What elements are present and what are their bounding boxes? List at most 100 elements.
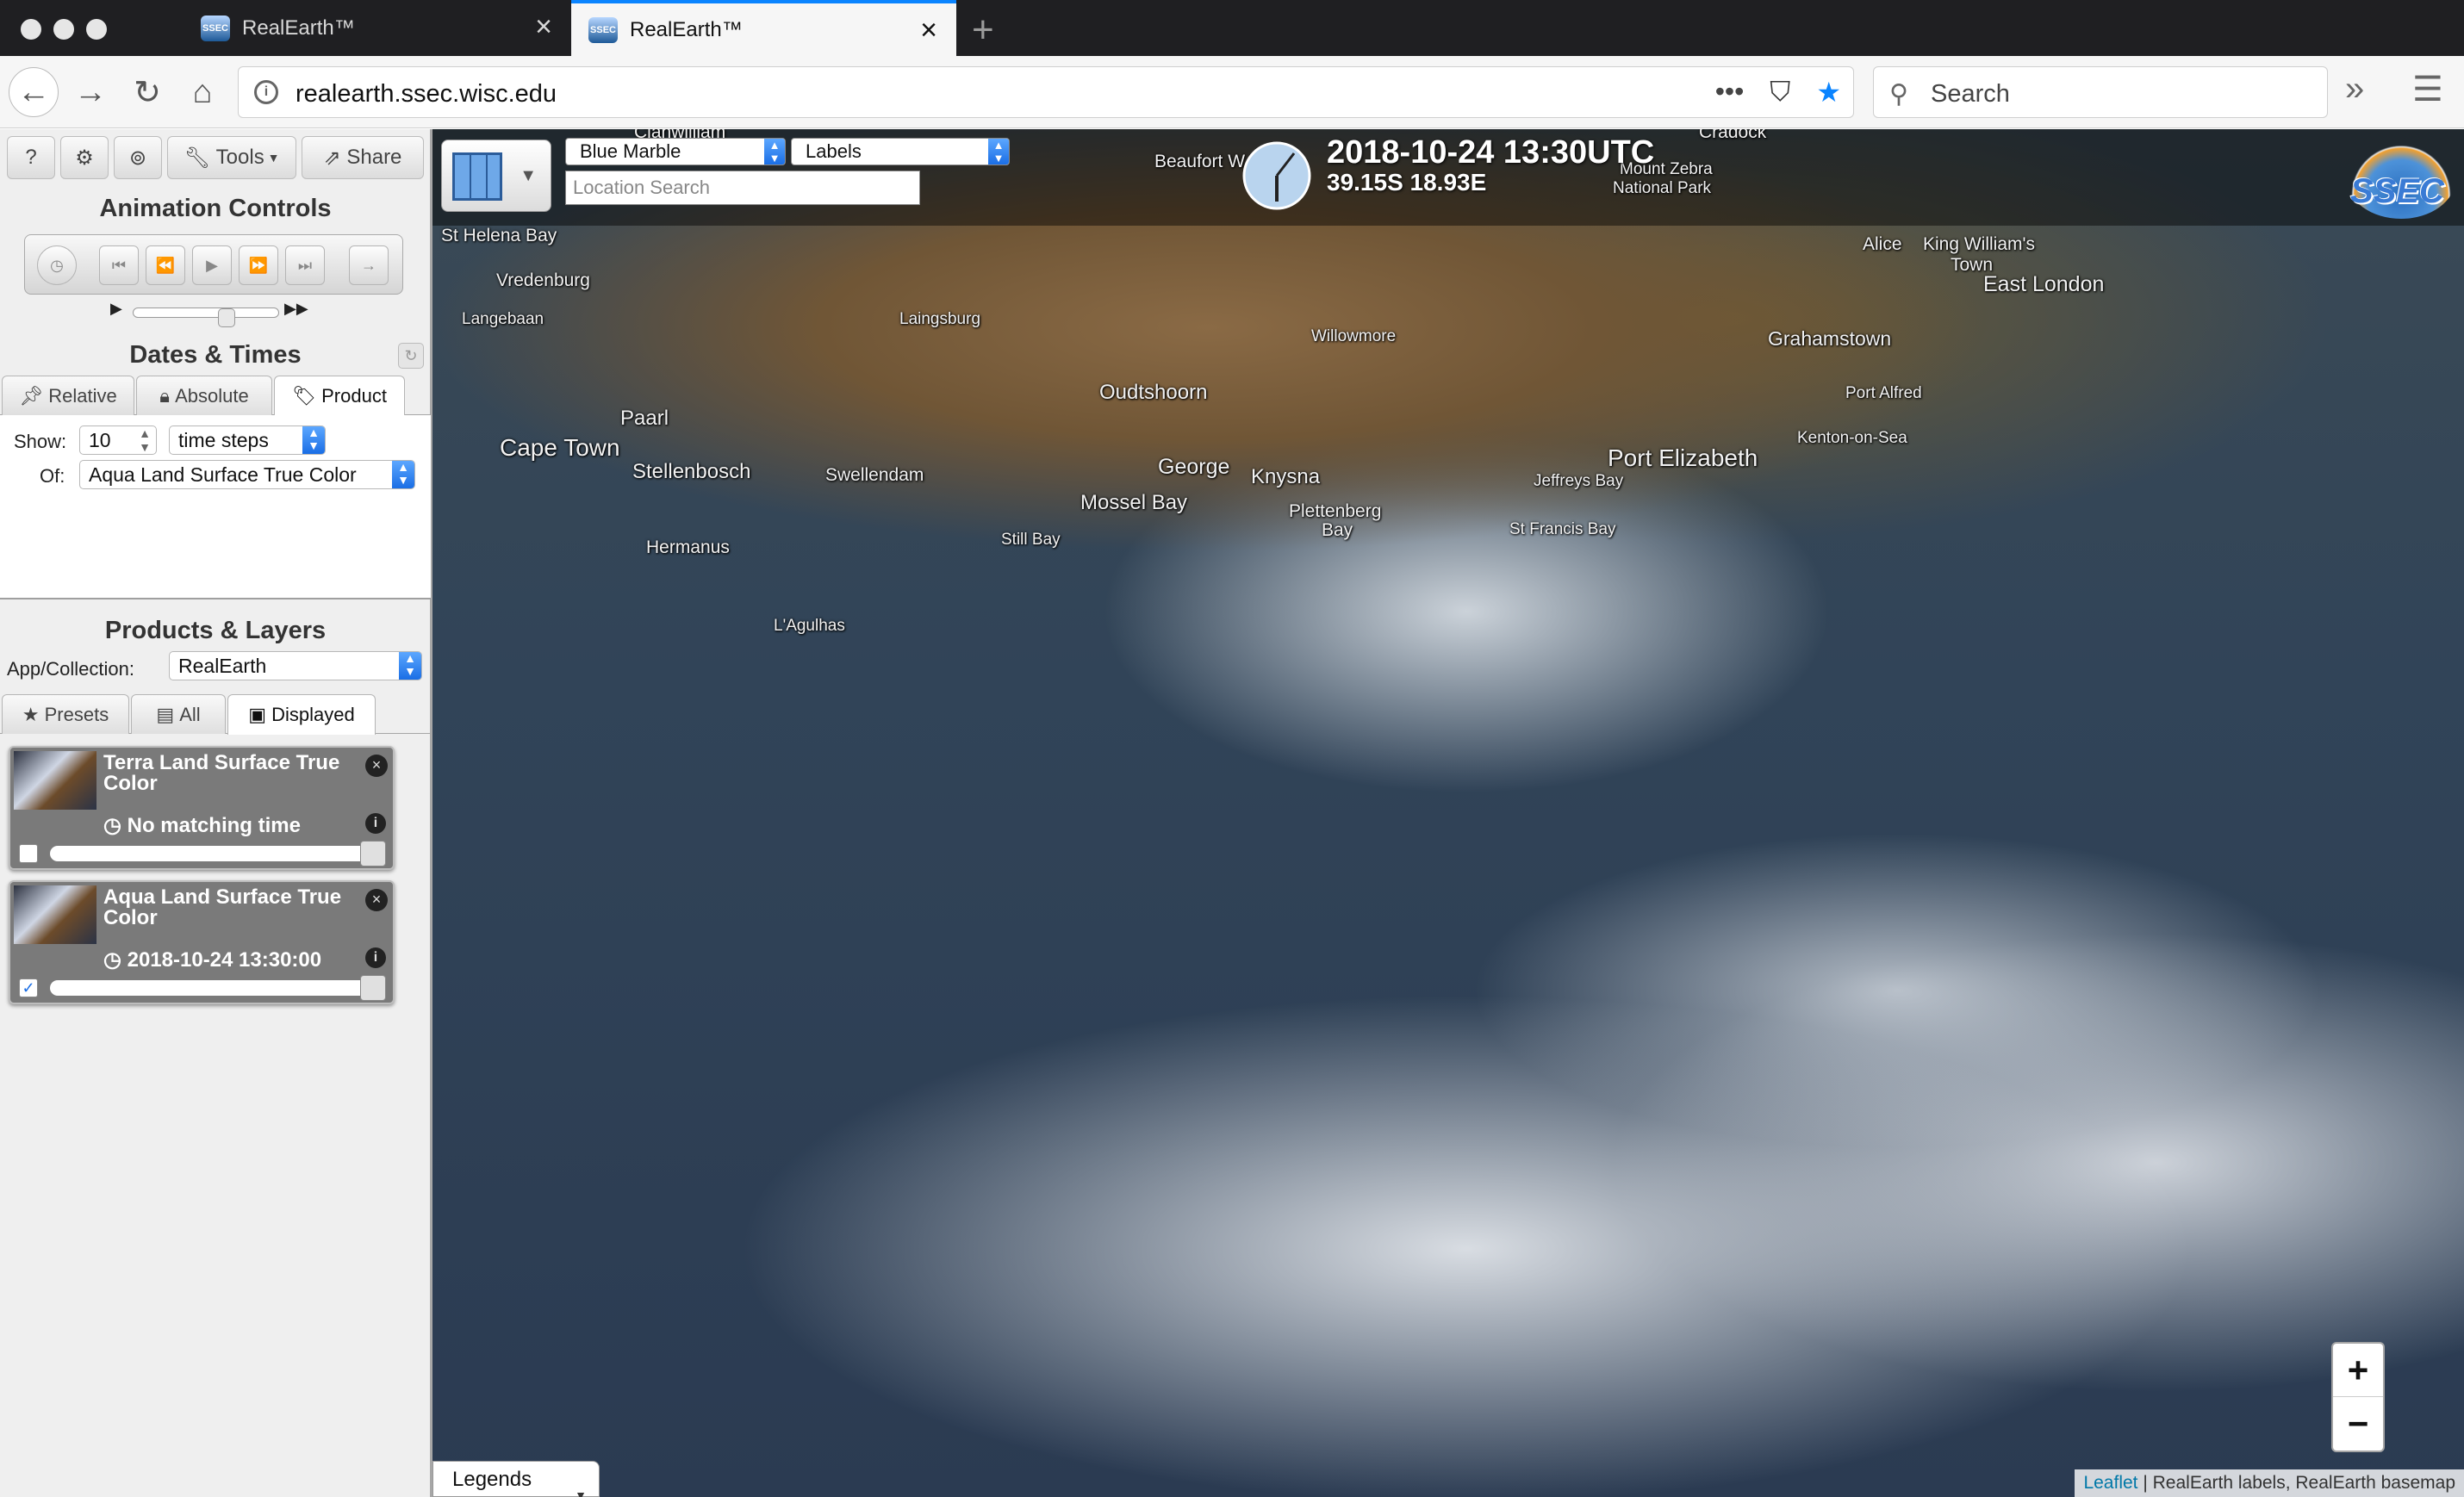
legends-toggle[interactable]: Legends ▼ [432, 1461, 600, 1497]
speed-track[interactable] [133, 307, 279, 327]
show-label: Show: [14, 431, 67, 452]
map-label: Bay [1322, 520, 1353, 540]
loop-arrow-icon[interactable]: → [349, 245, 389, 285]
url-text[interactable]: realearth.ssec.wisc.edu [296, 80, 557, 109]
product-select[interactable]: Aqua Land Surface True Color ▲ ▼ [79, 460, 415, 489]
legends-label: Legends [452, 1468, 532, 1491]
folder-icon: ▤ [156, 703, 180, 725]
browser-search-input[interactable]: ⚲ Search [1873, 66, 2328, 118]
layer-terra[interactable]: Terra Land Surface True Color × ◷ No mat… [9, 746, 395, 870]
tools-button[interactable]: 🔧︎ Tools ▼ [167, 136, 296, 179]
map-label: Alice [1863, 234, 1902, 254]
ssec-logo[interactable]: SSEC [2347, 140, 2455, 219]
menu-icon[interactable]: ☰ [2412, 70, 2443, 109]
play-icon[interactable]: ▶ [192, 245, 232, 285]
overflow-chevron-icon[interactable]: » [2345, 70, 2364, 109]
opacity-knob[interactable] [360, 841, 386, 867]
map-label: Swellendam [825, 465, 924, 485]
layer-aqua[interactable]: Aqua Land Surface True Color × ◷ 2018-10… [9, 880, 395, 1004]
basemap-select[interactable]: Blue Marble ▲ ▼ [565, 138, 786, 165]
opacity-knob[interactable] [360, 975, 386, 1001]
step-back-icon[interactable]: ⏪ [146, 245, 185, 285]
speed-knob[interactable] [218, 308, 235, 327]
help-button[interactable]: ? [7, 136, 55, 179]
opacity-slider[interactable] [50, 841, 386, 867]
remove-layer-icon[interactable]: × [365, 755, 388, 777]
map-label: Jeffreys Bay [1534, 472, 1624, 490]
tab-product[interactable]: 🏷︎ Product [274, 376, 405, 416]
back-arrow-icon[interactable]: ← [9, 67, 59, 117]
stepper-arrows-icon[interactable]: ▲ ▼ [139, 426, 151, 454]
pin-icon: 📌︎ [19, 384, 49, 407]
app-collection-label: App/Collection: [7, 658, 134, 680]
maximize-window-button[interactable] [86, 19, 107, 40]
share-label: Share [346, 146, 402, 169]
close-tab-icon[interactable]: × [920, 16, 937, 45]
map-label: King William's [1923, 234, 2036, 254]
browser-tab-1[interactable]: SSEC RealEarth™ × [184, 0, 571, 56]
refresh-icon[interactable]: ↻ [398, 343, 424, 369]
chevron-down-icon: ▼ [520, 166, 537, 185]
location-search-input[interactable]: Location Search [565, 171, 920, 205]
animation-speed-slider[interactable]: ▶ ▶▶ [107, 300, 314, 327]
page-actions-icon[interactable]: ••• [1715, 76, 1745, 109]
map-label: Paarl [620, 407, 669, 430]
select-arrows-icon: ▲ ▼ [392, 461, 414, 488]
share-button[interactable]: ⇗ Share [302, 136, 424, 179]
tab-displayed[interactable]: ▣ Displayed [227, 694, 376, 735]
map-label: Beaufort W [1154, 152, 1246, 171]
site-info-icon[interactable]: i [254, 80, 278, 104]
last-frame-icon[interactable]: ⏭ [285, 245, 325, 285]
layer-info-icon[interactable]: i [365, 947, 386, 968]
share-icon: ⇗ [323, 146, 347, 170]
tab-all[interactable]: ▤ All [131, 694, 226, 734]
zoom-out-button[interactable]: − [2333, 1397, 2383, 1450]
user-icon[interactable]: ⊚ [114, 136, 162, 179]
home-icon[interactable]: ⌂ [177, 67, 227, 117]
tab-absolute[interactable]: 🔒︎ Absolute [136, 376, 272, 415]
star-icon: ★ [22, 703, 45, 725]
step-forward-icon[interactable]: ⏩ [239, 245, 278, 285]
minimize-window-button[interactable] [53, 19, 74, 40]
tab-presets[interactable]: ★ Presets [2, 694, 129, 734]
zoom-in-button[interactable]: + [2333, 1344, 2383, 1397]
clock-icon[interactable]: ◷ [37, 245, 77, 285]
slow-icon: ▶ [110, 300, 122, 317]
pocket-icon[interactable]: ⛉ [1770, 76, 1790, 109]
product-tabs: ★ Presets ▤ All ▣ Displayed [0, 694, 431, 735]
map-label: Langebaan [462, 310, 544, 328]
overlay-select[interactable]: Labels ▲ ▼ [791, 138, 1010, 165]
layer-title: Aqua Land Surface True Color [103, 885, 342, 929]
layer-title: Terra Land Surface True Color [103, 751, 340, 795]
map-label: Willowmore [1311, 327, 1397, 345]
new-tab-button[interactable]: + [972, 9, 994, 52]
browser-toolbar: ← → ↻ ⌂ i realearth.ssec.wisc.edu ••• ⛉ … [0, 56, 2464, 128]
first-frame-icon[interactable]: ⏮ [99, 245, 139, 285]
url-bar[interactable]: i realearth.ssec.wisc.edu ••• ⛉ ★ [238, 66, 1854, 118]
settings-gear-icon[interactable]: ⚙ [60, 136, 109, 179]
show-count-stepper[interactable]: 10 ▲ ▼ [79, 425, 157, 455]
layer-info-icon[interactable]: i [365, 813, 386, 834]
layer-picker-button[interactable]: ▼ [441, 140, 551, 212]
sidebar: ? ⚙ ⊚ 🔧︎ Tools ▼ ⇗ Share Animation Contr… [0, 129, 432, 1497]
map-label: Still Bay [1001, 531, 1061, 549]
browser-titlebar: SSEC RealEarth™ × SSEC RealEarth™ × + [0, 0, 2464, 56]
close-window-button[interactable] [21, 19, 41, 40]
bookmark-star-icon[interactable]: ★ [1816, 76, 1841, 109]
clock-icon [1242, 141, 1311, 210]
close-tab-icon[interactable]: × [535, 12, 552, 41]
remove-layer-icon[interactable]: × [365, 889, 388, 911]
leaflet-link[interactable]: Leaflet [2083, 1473, 2137, 1493]
browser-tab-2[interactable]: SSEC RealEarth™ × [571, 0, 956, 56]
layer-status: 2018-10-24 13:30:00 [127, 948, 322, 972]
forward-arrow-icon[interactable]: → [65, 67, 115, 117]
opacity-slider[interactable] [50, 975, 386, 1001]
time-unit-select[interactable]: time steps ▲ ▼ [169, 425, 326, 455]
reload-icon[interactable]: ↻ [122, 67, 172, 117]
layer-visibility-checkbox[interactable]: ✓ [19, 978, 38, 997]
divider [0, 598, 431, 599]
app-collection-select[interactable]: RealEarth ▲ ▼ [169, 651, 422, 680]
layer-visibility-checkbox[interactable] [19, 844, 38, 863]
tab-relative[interactable]: 📌︎ Relative [2, 376, 134, 415]
map-view[interactable]: Clanwilliam Beaufort W Cradock Mount Zeb… [432, 129, 2464, 1497]
